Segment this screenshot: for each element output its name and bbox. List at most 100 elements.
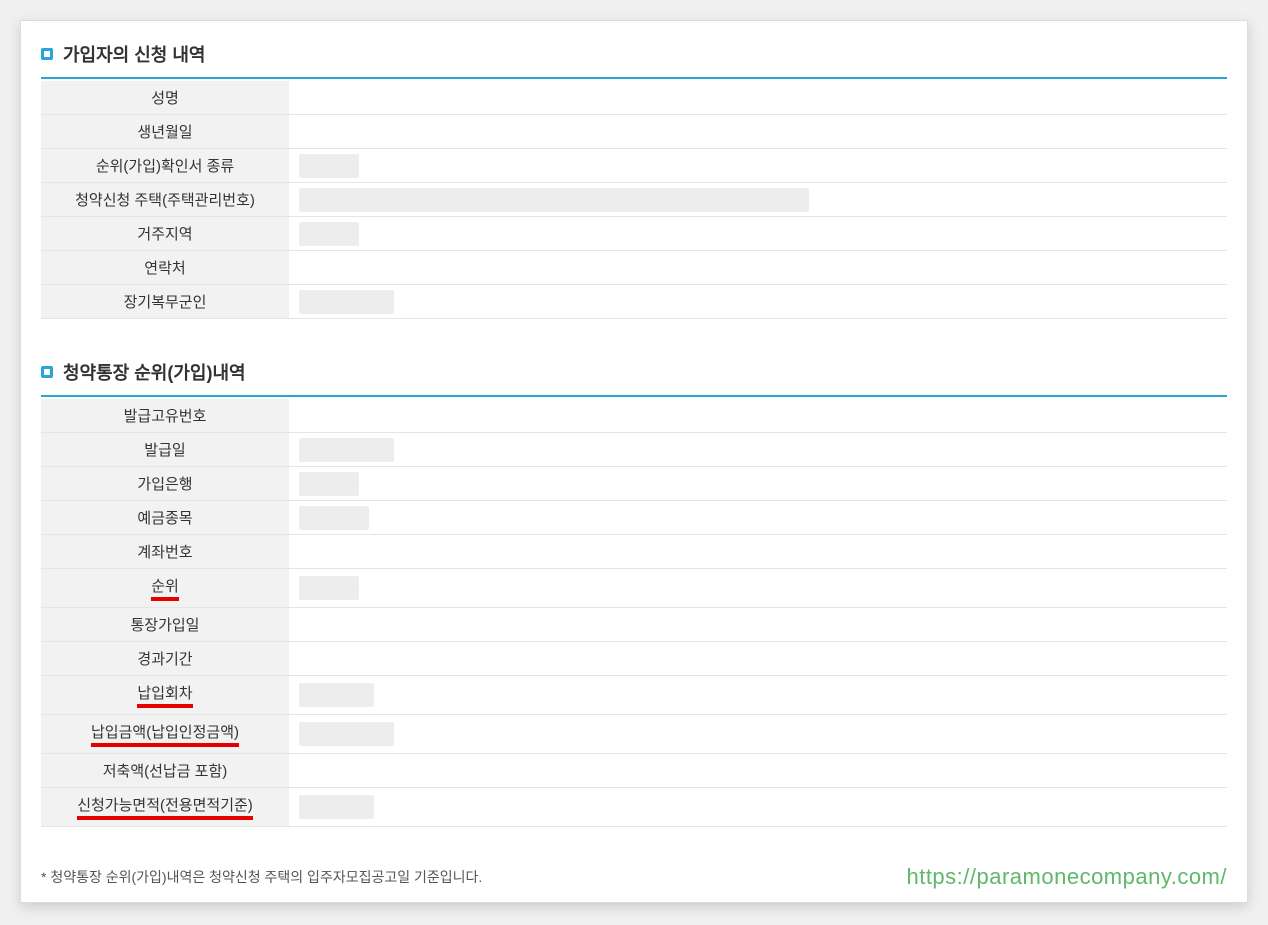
row-label-cell: 순위(가입)확인서 종류 — [41, 149, 291, 182]
row-value-cell — [291, 788, 1227, 826]
row-value-cell — [291, 535, 1227, 568]
row-label-cell: 청약신청 주택(주택관리번호) — [41, 183, 291, 216]
row-label-cell: 발급일 — [41, 433, 291, 466]
table-row: 예금종목 — [41, 501, 1227, 535]
table-row: 납입금액(납입인정금액) — [41, 715, 1227, 754]
section-applicant-info: 가입자의 신청 내역 성명생년월일순위(가입)확인서 종류청약신청 주택(주택관… — [41, 41, 1227, 319]
row-label: 저축액(선납금 포함) — [103, 760, 228, 781]
table-row: 저축액(선납금 포함) — [41, 754, 1227, 788]
table-row: 순위(가입)확인서 종류 — [41, 149, 1227, 183]
section1-rows: 성명생년월일순위(가입)확인서 종류청약신청 주택(주택관리번호) 거주지역연락처… — [41, 81, 1227, 319]
table-row: 거주지역 — [41, 217, 1227, 251]
redacted-value — [299, 795, 374, 819]
table-row: 발급고유번호 — [41, 399, 1227, 433]
row-label-cell: 성명 — [41, 81, 291, 114]
redacted-value — [299, 472, 359, 496]
row-label: 순위(가입)확인서 종류 — [96, 155, 234, 176]
row-value-cell — [291, 285, 1227, 318]
row-value-cell — [291, 642, 1227, 675]
table-row: 가입은행 — [41, 467, 1227, 501]
row-label: 생년월일 — [137, 121, 192, 142]
section2-rows: 발급고유번호발급일가입은행예금종목계좌번호순위통장가입일경과기간납입회차납입금액… — [41, 399, 1227, 827]
row-label-cell: 저축액(선납금 포함) — [41, 754, 291, 787]
row-label: 장기복무군인 — [124, 291, 207, 312]
row-label: 경과기간 — [137, 648, 192, 669]
table-row: 생년월일 — [41, 115, 1227, 149]
row-label-cell: 순위 — [41, 569, 291, 607]
redacted-value — [299, 290, 394, 314]
redacted-value — [299, 683, 374, 707]
bullet-icon — [41, 48, 53, 60]
row-label-cell: 납입회차 — [41, 676, 291, 714]
row-value-cell — [291, 399, 1227, 432]
row-label-cell: 경과기간 — [41, 642, 291, 675]
document-page: 가입자의 신청 내역 성명생년월일순위(가입)확인서 종류청약신청 주택(주택관… — [20, 20, 1248, 903]
bullet-icon — [41, 366, 53, 378]
row-label-cell: 거주지역 — [41, 217, 291, 250]
redacted-value — [299, 154, 359, 178]
row-value-cell — [291, 754, 1227, 787]
section-header: 가입자의 신청 내역 — [41, 41, 1227, 67]
row-label: 발급일 — [144, 439, 185, 460]
redacted-value — [299, 188, 809, 212]
redacted-value — [299, 506, 369, 530]
row-label-cell: 납입금액(납입인정금액) — [41, 715, 291, 753]
row-label: 발급고유번호 — [124, 405, 207, 426]
section-title: 청약통장 순위(가입)내역 — [63, 359, 246, 385]
section-divider — [41, 395, 1227, 397]
row-value-cell — [291, 183, 1227, 216]
row-label: 통장가입일 — [130, 614, 199, 635]
row-value-cell — [291, 676, 1227, 714]
section-title: 가입자의 신청 내역 — [63, 41, 205, 67]
row-label-cell: 장기복무군인 — [41, 285, 291, 318]
table-row: 신청가능면적(전용면적기준) — [41, 788, 1227, 827]
row-label-cell: 연락처 — [41, 251, 291, 284]
row-value-cell — [291, 217, 1227, 250]
watermark-url: https://paramonecompany.com/ — [906, 864, 1227, 890]
redacted-value — [299, 222, 359, 246]
row-value-cell — [291, 433, 1227, 466]
section-account-info: 청약통장 순위(가입)내역 발급고유번호발급일가입은행예금종목계좌번호순위통장가… — [41, 359, 1227, 827]
row-value-cell — [291, 149, 1227, 182]
row-value-cell — [291, 467, 1227, 500]
row-label-cell: 예금종목 — [41, 501, 291, 534]
row-label: 연락처 — [144, 257, 185, 278]
row-label-cell: 신청가능면적(전용면적기준) — [41, 788, 291, 826]
redacted-value — [299, 722, 394, 746]
row-value-cell — [291, 251, 1227, 284]
table-row: 통장가입일 — [41, 608, 1227, 642]
row-label: 거주지역 — [137, 223, 192, 244]
redacted-value — [299, 576, 359, 600]
row-label: 납입금액(납입인정금액) — [91, 721, 239, 747]
row-label-cell: 가입은행 — [41, 467, 291, 500]
row-value-cell — [291, 569, 1227, 607]
row-value-cell — [291, 715, 1227, 753]
row-value-cell — [291, 81, 1227, 114]
row-label-cell: 발급고유번호 — [41, 399, 291, 432]
table-row: 계좌번호 — [41, 535, 1227, 569]
row-label: 계좌번호 — [137, 541, 192, 562]
table-row: 납입회차 — [41, 676, 1227, 715]
table-row: 순위 — [41, 569, 1227, 608]
row-label: 납입회차 — [137, 682, 192, 708]
row-label-cell: 계좌번호 — [41, 535, 291, 568]
table-row: 성명 — [41, 81, 1227, 115]
row-label: 신청가능면적(전용면적기준) — [77, 794, 253, 820]
row-label-cell: 통장가입일 — [41, 608, 291, 641]
row-value-cell — [291, 115, 1227, 148]
table-row: 청약신청 주택(주택관리번호) — [41, 183, 1227, 217]
table-row: 장기복무군인 — [41, 285, 1227, 319]
section-divider — [41, 77, 1227, 79]
row-label: 순위 — [151, 575, 179, 601]
row-label: 가입은행 — [137, 473, 192, 494]
table-row: 발급일 — [41, 433, 1227, 467]
table-row: 연락처 — [41, 251, 1227, 285]
row-value-cell — [291, 501, 1227, 534]
table-row: 경과기간 — [41, 642, 1227, 676]
section-header: 청약통장 순위(가입)내역 — [41, 359, 1227, 385]
row-label: 청약신청 주택(주택관리번호) — [75, 189, 255, 210]
row-label: 예금종목 — [137, 507, 192, 528]
row-value-cell — [291, 608, 1227, 641]
row-label: 성명 — [151, 87, 179, 108]
row-label-cell: 생년월일 — [41, 115, 291, 148]
